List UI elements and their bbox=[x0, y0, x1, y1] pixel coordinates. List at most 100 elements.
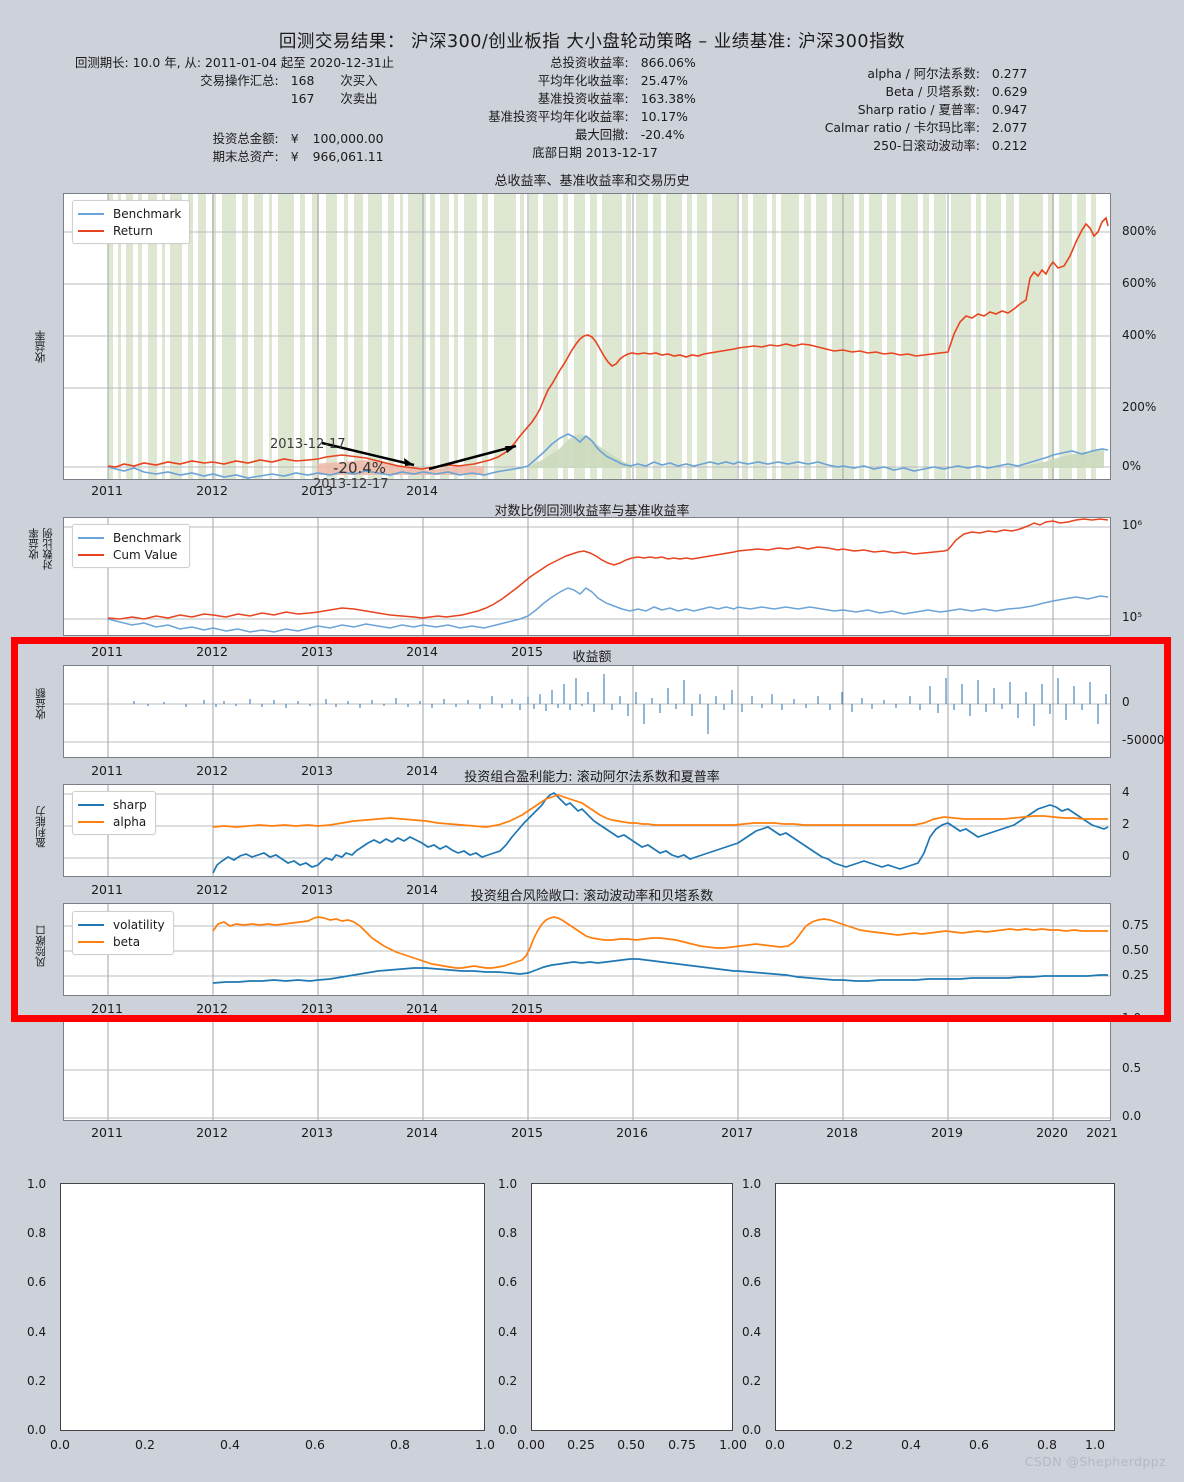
panel2-ytick: 10⁶ bbox=[1122, 518, 1143, 532]
trade-summary-label: 交易操作汇总: bbox=[200, 73, 279, 88]
stat-value: 0.277 bbox=[991, 66, 1028, 81]
axes2-xtick: 1.00 bbox=[719, 1437, 747, 1452]
axes1-xtick: 0.8 bbox=[390, 1437, 410, 1452]
legend-label-volatility: volatility bbox=[113, 917, 165, 932]
legend-line-return bbox=[78, 229, 104, 232]
panel6-ytick: 0.5 bbox=[1122, 1061, 1142, 1075]
panel1-xtick: 2013 bbox=[301, 483, 333, 498]
panel6-xtick: 2013 bbox=[301, 1125, 333, 1140]
panel4-ylabel: 盈利能力 bbox=[35, 806, 47, 848]
axes2-xtick: 0.75 bbox=[668, 1437, 696, 1452]
axes2-xtick: 0.50 bbox=[617, 1437, 645, 1452]
panel6-ytick: 0.0 bbox=[1122, 1109, 1142, 1123]
legend-label-return: Return bbox=[113, 223, 153, 238]
axes3-ytick: 0.6 bbox=[742, 1275, 762, 1289]
axes3-ytick: 0.0 bbox=[742, 1423, 762, 1437]
axes3-ytick: 0.2 bbox=[742, 1374, 762, 1388]
panel3-ytick: 0 bbox=[1122, 695, 1130, 709]
stat-value: -20.4% bbox=[640, 127, 685, 142]
panel5-title: 投资组合风险敞口: 滚动波动率和贝塔系数 bbox=[470, 889, 714, 904]
axes1-xtick: 0.4 bbox=[220, 1437, 240, 1452]
backtest-period: 回测期长: 10.0 年, 从: 2011-01-04 起至 2020-12-3… bbox=[75, 55, 395, 70]
panel6-xtick: 2016 bbox=[616, 1125, 648, 1140]
axes3-ytick: 1.0 bbox=[742, 1177, 762, 1191]
annotation-drawdown: -20.4% bbox=[333, 459, 387, 477]
panel2-ytick: 10⁵ bbox=[1122, 610, 1143, 624]
chart-panel-risk[interactable] bbox=[63, 903, 1111, 996]
stat-label: Calmar ratio / 卡尔玛比率: bbox=[824, 120, 980, 135]
watermark: CSDN @Shepherdppz bbox=[1024, 1454, 1166, 1469]
header-column-returns: 总投资收益率: 866.06% 平均年化收益率: 25.47% 基准投资收益率: 16… bbox=[400, 54, 760, 162]
axes1-xtick: 0.2 bbox=[135, 1437, 155, 1452]
stat-label: 250-日滚动波动率: bbox=[873, 138, 980, 153]
stat-value: 0.947 bbox=[991, 102, 1028, 117]
chart-panel-empty-wide[interactable] bbox=[63, 1017, 1111, 1121]
legend-label-sharp: sharp bbox=[113, 797, 147, 812]
panel6-ytick: 1.0 bbox=[1122, 1011, 1142, 1025]
legend-label-benchmark: Benchmark bbox=[113, 530, 182, 545]
axes3-ytick: 0.8 bbox=[742, 1226, 762, 1240]
panel2-plot bbox=[64, 518, 1110, 635]
header-column-trades: 回测期长: 10.0 年, 从: 2011-01-04 起至 2020-12-3… bbox=[0, 54, 450, 166]
stat-label: 总投资收益率: bbox=[550, 55, 629, 70]
panel1-plot bbox=[64, 194, 1110, 479]
panel1-ylabel: 收益率 bbox=[34, 330, 47, 363]
annotation-top-date: 2013-12-17 bbox=[270, 437, 346, 452]
axes2-xtick: 0.25 bbox=[567, 1437, 595, 1452]
legend-line-benchmark bbox=[78, 212, 104, 215]
panel5-xtick: 2011 bbox=[91, 1001, 123, 1016]
chart-panel-profitability[interactable] bbox=[63, 784, 1111, 877]
empty-axes-2[interactable] bbox=[531, 1183, 733, 1431]
legend-line-sharp bbox=[78, 803, 104, 806]
page-title: 回测交易结果： 沪深300/创业板指 大小盘轮动策略 – 业绩基准: 沪深300… bbox=[278, 32, 906, 52]
legend-label-beta: beta bbox=[113, 934, 141, 949]
panel2-ylabel-a: 收益率 bbox=[28, 528, 40, 560]
panel5-ytick: 0.25 bbox=[1122, 968, 1149, 982]
legend-line-beta bbox=[78, 940, 104, 943]
panel3-plot bbox=[64, 666, 1110, 757]
stat-value: 866.06% bbox=[640, 55, 696, 70]
panel6-xtick: 2014 bbox=[406, 1125, 438, 1140]
panel6-xtick: 2017 bbox=[721, 1125, 753, 1140]
legend-label-benchmark: Benchmark bbox=[113, 206, 182, 221]
chart-panel-profit[interactable] bbox=[63, 665, 1111, 758]
summary-header: 回测交易结果： 沪深300/创业板指 大小盘轮动策略 – 业绩基准: 沪深300… bbox=[0, 0, 1184, 165]
panel1-legend: Benchmark Return bbox=[72, 200, 191, 244]
panel5-xtick: 2013 bbox=[301, 1001, 333, 1016]
panel5-plot bbox=[64, 904, 1110, 995]
empty-axes-1[interactable] bbox=[60, 1183, 485, 1431]
panel4-ytick: 4 bbox=[1122, 785, 1130, 799]
stat-label: 平均年化收益率: bbox=[537, 73, 629, 88]
panel4-ytick: 2 bbox=[1122, 817, 1130, 831]
axes3-xtick: 0.8 bbox=[1037, 1437, 1057, 1452]
panel4-plot bbox=[64, 785, 1110, 876]
panel3-ytick: -50000 bbox=[1122, 733, 1165, 747]
axes1-ytick: 0.8 bbox=[27, 1226, 47, 1240]
panel6-xtick: 2018 bbox=[826, 1125, 858, 1140]
empty-axes-3[interactable] bbox=[775, 1183, 1115, 1431]
stat-value: 163.38% bbox=[640, 91, 696, 106]
panel5-ytick: 0.75 bbox=[1122, 918, 1149, 932]
axes2-ytick: 0.8 bbox=[498, 1226, 518, 1240]
chart-panel-returns[interactable] bbox=[63, 193, 1111, 480]
legend-line-benchmark bbox=[78, 536, 104, 539]
panel5-ylabel: 风险敞口 bbox=[35, 925, 47, 967]
chart-panel-log[interactable] bbox=[63, 517, 1111, 636]
legend-line-cumvalue bbox=[78, 553, 104, 556]
axes1-xtick: 0.6 bbox=[305, 1437, 325, 1452]
panel3-ylabel: 收益额 bbox=[35, 688, 47, 720]
stat-label: 基准投资平均年化收益率: bbox=[488, 109, 629, 124]
axes2-ytick: 0.6 bbox=[498, 1275, 518, 1289]
stat-label: alpha / 阿尔法系数: bbox=[867, 66, 980, 81]
stat-value: 10.17% bbox=[640, 109, 688, 124]
panel6-xtick: 2021 bbox=[1086, 1125, 1118, 1140]
axes1-ytick: 0.2 bbox=[27, 1374, 47, 1388]
panel5-xtick: 2012 bbox=[196, 1001, 228, 1016]
panel5-ytick: 0.50 bbox=[1122, 943, 1149, 957]
stat-label: Sharp ratio / 夏普率: bbox=[857, 102, 980, 117]
axes3-xtick: 0.6 bbox=[969, 1437, 989, 1452]
axes2-xtick: 0.00 bbox=[517, 1437, 545, 1452]
legend-line-volatility bbox=[78, 923, 104, 926]
final-asset-label: 期末总资产: bbox=[212, 149, 279, 164]
panel1-xtick: 2014 bbox=[406, 483, 438, 498]
